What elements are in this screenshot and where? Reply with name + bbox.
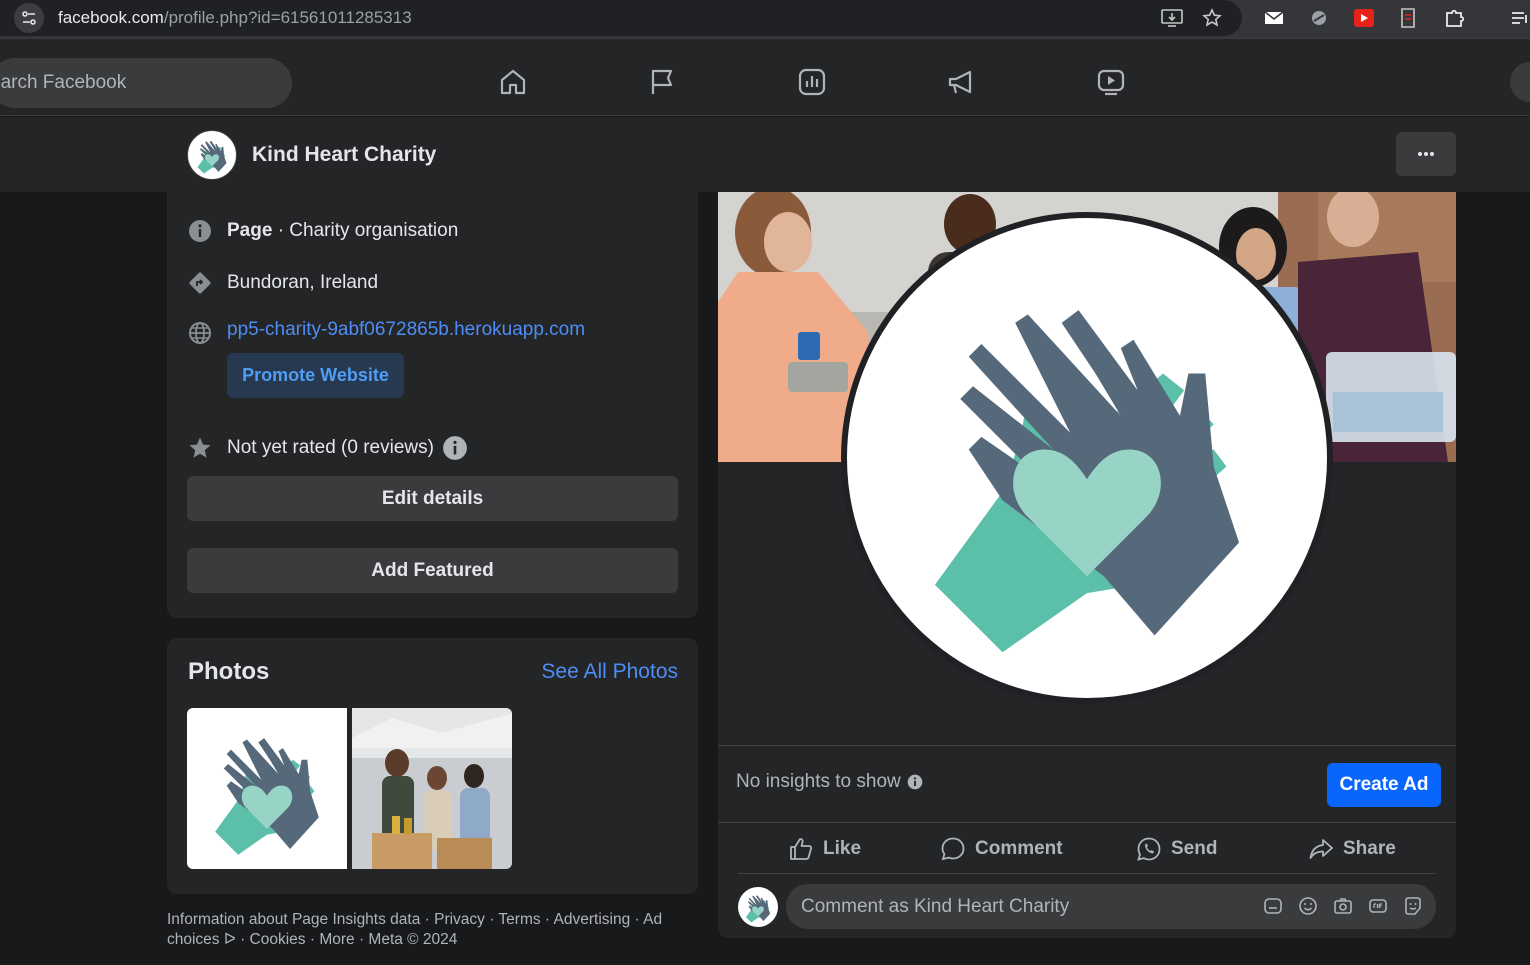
post-actions: Like Comment Send Share (738, 824, 1436, 874)
globe-icon (187, 320, 213, 346)
comment-label: Comment (975, 838, 1063, 859)
bookmark-star-icon[interactable] (1200, 6, 1224, 30)
voice-extension-icon[interactable] (1396, 6, 1420, 30)
category-bold: Page (227, 220, 273, 241)
like-label: Like (823, 838, 862, 859)
search-placeholder: earch Facebook (0, 72, 127, 93)
website-row: pp5-charity-9abf0672865b.herokuapp.com (187, 319, 585, 346)
send-label: Send (1171, 838, 1218, 859)
address-bar[interactable]: facebook.com/profile.php?id=615610112853… (0, 0, 1242, 36)
home-icon[interactable] (496, 65, 530, 99)
facebook-top-nav: earch Facebook (0, 38, 1530, 116)
insights-info-icon[interactable] (907, 774, 923, 790)
category-row: Page · Charity organisation (187, 218, 458, 244)
whatsapp-icon (1137, 837, 1161, 861)
rating-text: Not yet rated (0 reviews) (227, 437, 434, 458)
footer-links[interactable]: Information about Page Insights data · P… (167, 910, 697, 950)
comment-composer: Comment as Kind Heart Charity (738, 884, 1436, 930)
profile-picture[interactable] (841, 212, 1333, 704)
insights-bar: No insights to show Create Ad (718, 745, 1456, 823)
url-domain: facebook.com (58, 8, 164, 27)
post-card: No insights to show Create Ad Like Comme… (718, 192, 1456, 938)
star-icon (187, 435, 213, 461)
directions-icon (187, 270, 213, 296)
promote-website-button[interactable]: Promote Website (227, 353, 404, 398)
edit-details-button[interactable]: Edit details (187, 476, 678, 521)
url-path: /profile.php?id=61561011285313 (163, 8, 412, 27)
info-icon (187, 218, 213, 244)
megaphone-icon[interactable] (944, 65, 978, 99)
mail-extension-icon[interactable] (1262, 6, 1286, 30)
share-button[interactable]: Share (1308, 832, 1396, 866)
comment-placeholder: Comment as Kind Heart Charity (801, 896, 1070, 917)
intro-card: Page · Charity organisation Bundoran, Ir… (167, 192, 698, 618)
rating-row: Not yet rated (0 reviews) (187, 435, 468, 461)
see-all-photos-link[interactable]: See All Photos (541, 660, 678, 684)
camera-icon[interactable] (1332, 895, 1354, 917)
comment-button[interactable]: Comment (940, 832, 1063, 866)
page-header: Kind Heart Charity (0, 117, 1530, 192)
location-text: Bundoran, Ireland (227, 272, 379, 293)
emoji-icon[interactable] (1297, 895, 1319, 917)
insights-text: No insights to show (736, 771, 901, 792)
gif-icon[interactable] (1367, 895, 1389, 917)
photo-thumbnail-volunteers[interactable] (352, 708, 512, 869)
flag-icon[interactable] (645, 65, 679, 99)
comment-input[interactable]: Comment as Kind Heart Charity (786, 884, 1436, 929)
sticker-icon[interactable] (1402, 895, 1424, 917)
extensions-puzzle-icon[interactable] (1443, 6, 1467, 30)
create-ad-button[interactable]: Create Ad (1327, 763, 1441, 807)
photos-card: Photos See All Photos (167, 638, 698, 894)
like-icon (790, 838, 813, 860)
more-options-button[interactable] (1396, 132, 1456, 176)
page-title[interactable]: Kind Heart Charity (252, 143, 436, 167)
comment-icon (941, 837, 965, 861)
share-icon (1309, 839, 1333, 859)
url-text[interactable]: facebook.com/profile.php?id=615610112853… (58, 8, 412, 28)
avatar-sticker-icon[interactable] (1262, 895, 1284, 917)
site-settings-icon[interactable] (14, 3, 44, 33)
photos-title: Photos (188, 658, 270, 685)
video-icon[interactable] (1094, 65, 1128, 99)
youtube-extension-icon[interactable] (1352, 6, 1376, 30)
send-button[interactable]: Send (1136, 832, 1217, 866)
extension-icon[interactable] (1307, 6, 1331, 30)
category-text: · Charity organisation (272, 220, 459, 241)
share-label: Share (1343, 838, 1396, 859)
add-featured-button[interactable]: Add Featured (187, 548, 678, 593)
menu-button[interactable] (1510, 62, 1530, 102)
install-app-icon[interactable] (1160, 6, 1184, 30)
rating-info-icon[interactable] (442, 435, 468, 461)
photo-thumbnail-logo[interactable] (187, 708, 347, 869)
browser-toolbar: facebook.com/profile.php?id=615610112853… (0, 0, 1530, 38)
search-input[interactable]: earch Facebook (0, 58, 292, 108)
insights-icon[interactable] (795, 65, 829, 99)
like-button[interactable]: Like (788, 832, 861, 866)
commenter-avatar[interactable] (738, 887, 778, 927)
reading-list-icon[interactable] (1508, 6, 1530, 30)
website-link[interactable]: pp5-charity-9abf0672865b.herokuapp.com (227, 319, 585, 341)
location-row: Bundoran, Ireland (187, 270, 378, 296)
page-avatar[interactable] (187, 130, 237, 180)
